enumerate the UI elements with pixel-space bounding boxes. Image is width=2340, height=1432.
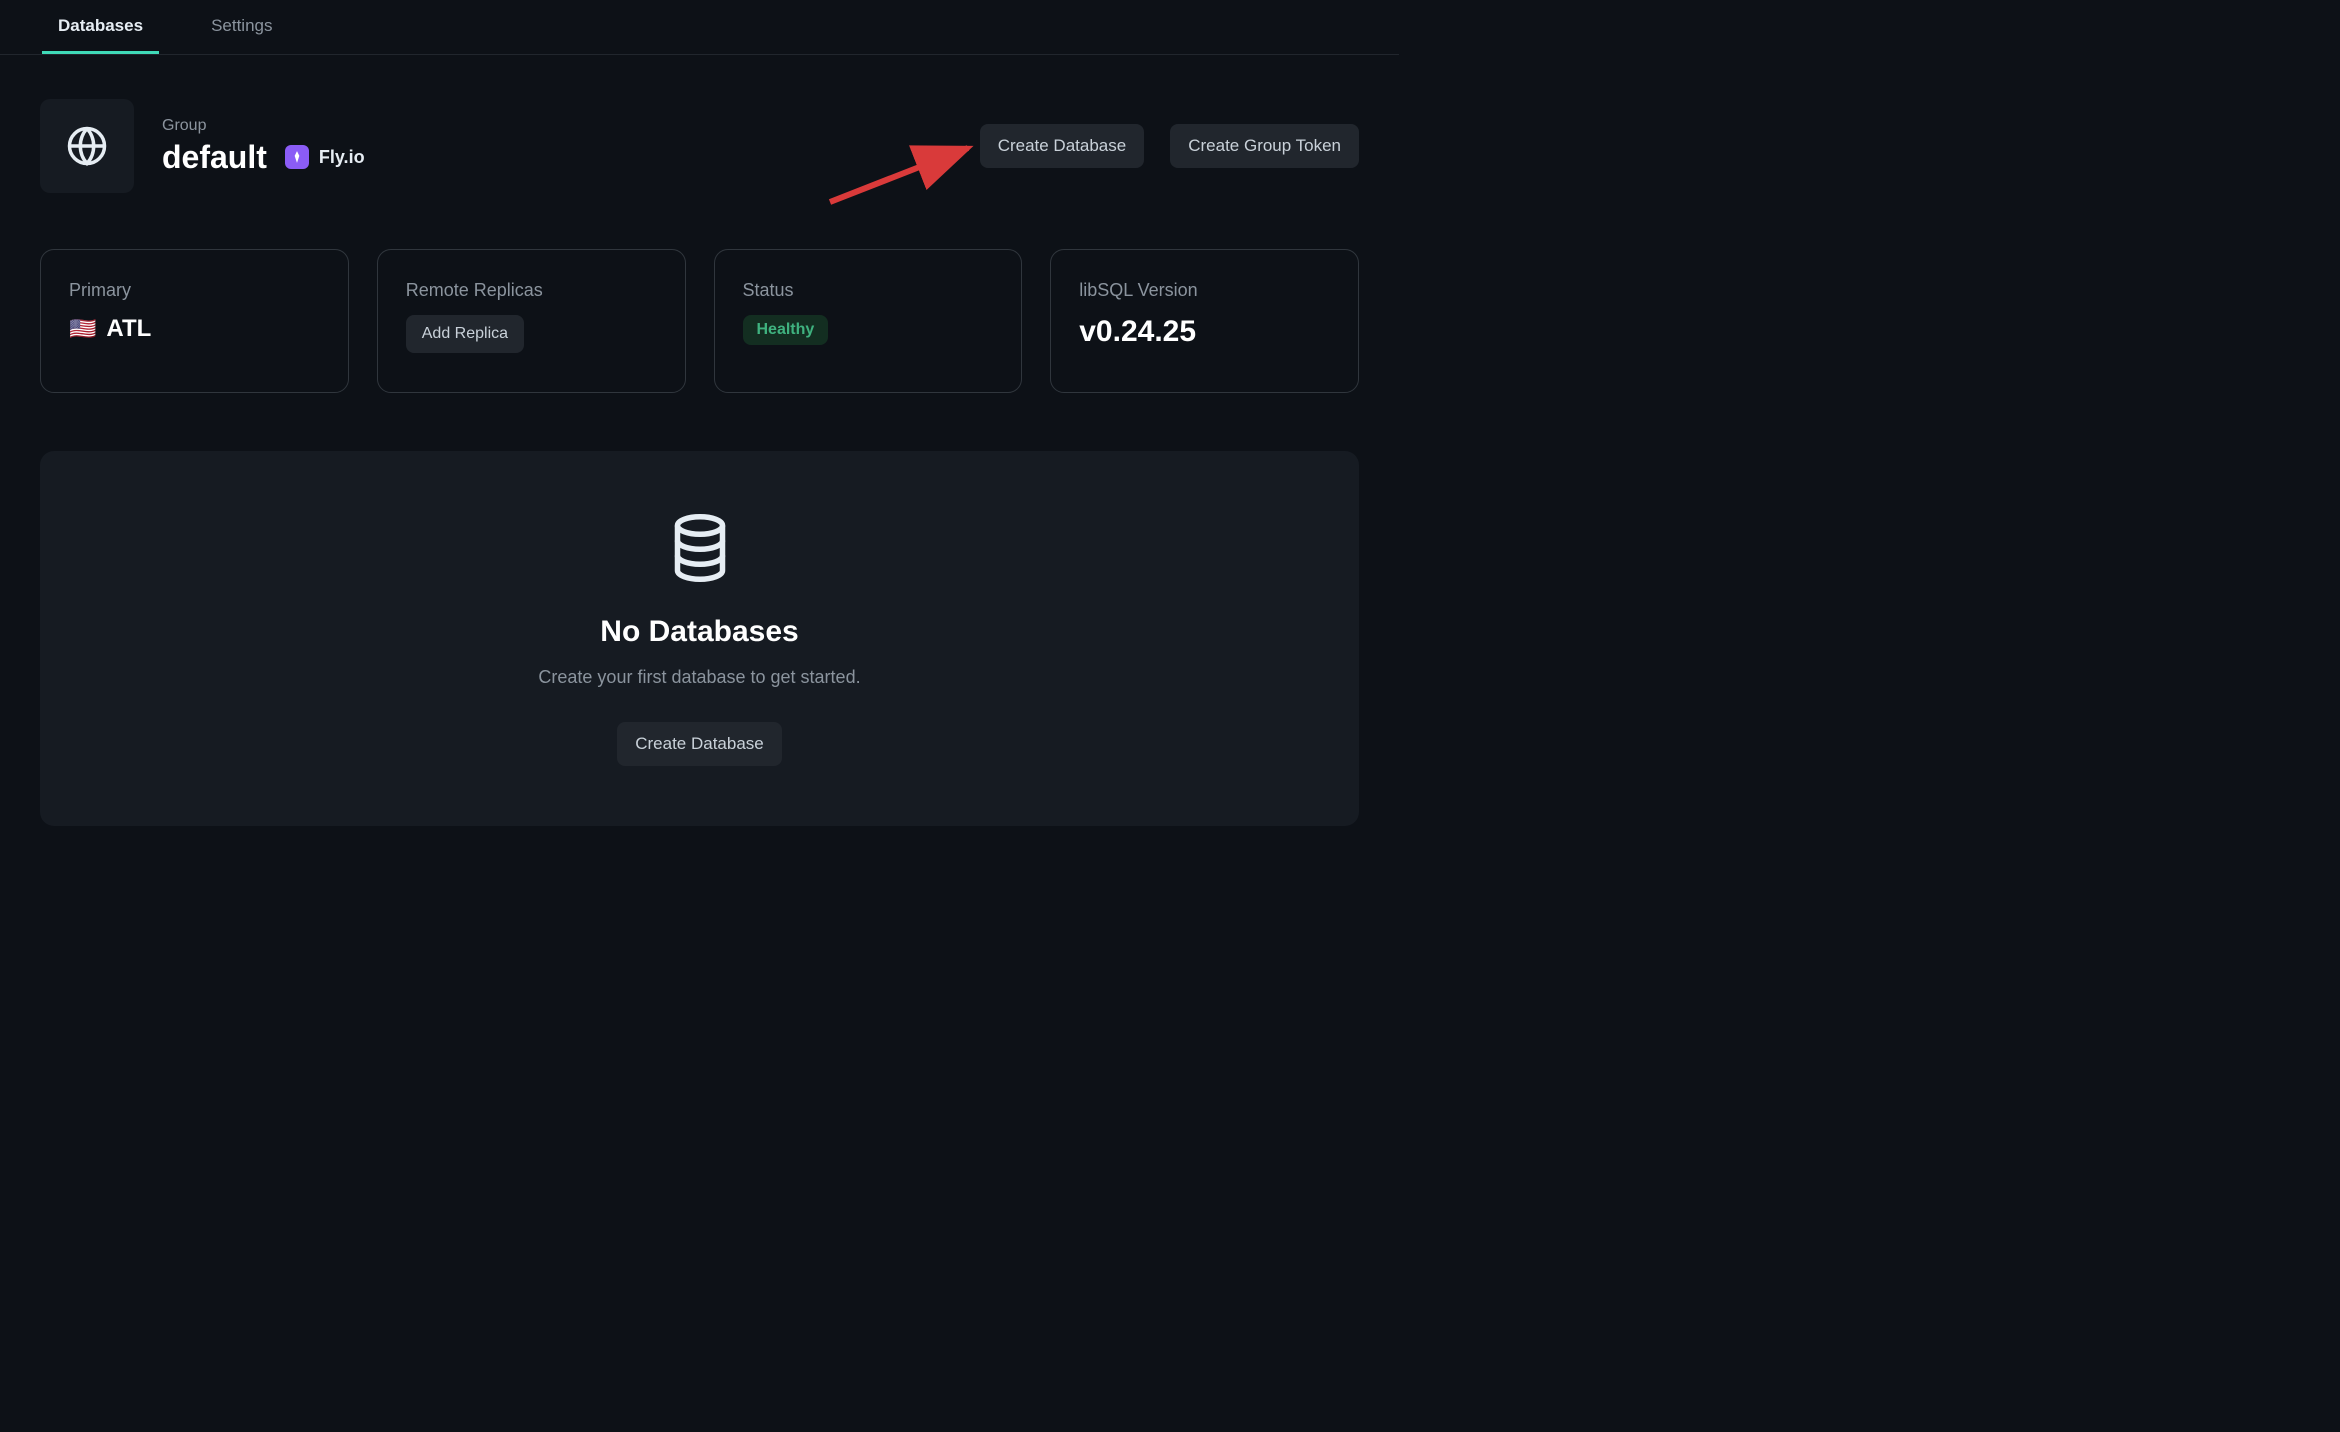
version-value: v0.24.25 xyxy=(1079,315,1330,349)
replicas-card: Remote Replicas Add Replica xyxy=(377,249,686,393)
primary-card: Primary 🇺🇸 ATL xyxy=(40,249,349,393)
tab-bar: Databases Settings xyxy=(0,0,1399,55)
empty-create-database-button[interactable]: Create Database xyxy=(617,722,782,766)
tab-databases[interactable]: Databases xyxy=(42,0,159,54)
database-icon xyxy=(669,513,731,583)
annotation-arrow xyxy=(820,142,980,212)
primary-label: Primary xyxy=(69,280,320,301)
group-header: Group default Fly.io xyxy=(40,99,1359,193)
group-label: Group xyxy=(162,117,365,135)
status-badge: Healthy xyxy=(743,315,829,345)
empty-state-panel: No Databases Create your first database … xyxy=(40,451,1359,826)
status-card: Status Healthy xyxy=(714,249,1023,393)
globe-icon xyxy=(66,125,108,167)
empty-heading: No Databases xyxy=(600,615,798,649)
primary-region-code: ATL xyxy=(106,315,151,343)
empty-subtext: Create your first database to get starte… xyxy=(538,667,860,688)
create-group-token-button[interactable]: Create Group Token xyxy=(1170,124,1359,168)
group-name: default xyxy=(162,139,267,176)
add-replica-button[interactable]: Add Replica xyxy=(406,315,524,353)
flyio-icon xyxy=(285,145,309,169)
version-label: libSQL Version xyxy=(1079,280,1330,301)
group-icon-box xyxy=(40,99,134,193)
status-label: Status xyxy=(743,280,994,301)
provider-name: Fly.io xyxy=(319,147,365,168)
replicas-label: Remote Replicas xyxy=(406,280,657,301)
provider-badge: Fly.io xyxy=(285,145,365,169)
tab-settings[interactable]: Settings xyxy=(195,0,288,54)
create-database-button[interactable]: Create Database xyxy=(980,124,1145,168)
us-flag-icon: 🇺🇸 xyxy=(69,316,96,342)
version-card: libSQL Version v0.24.25 xyxy=(1050,249,1359,393)
